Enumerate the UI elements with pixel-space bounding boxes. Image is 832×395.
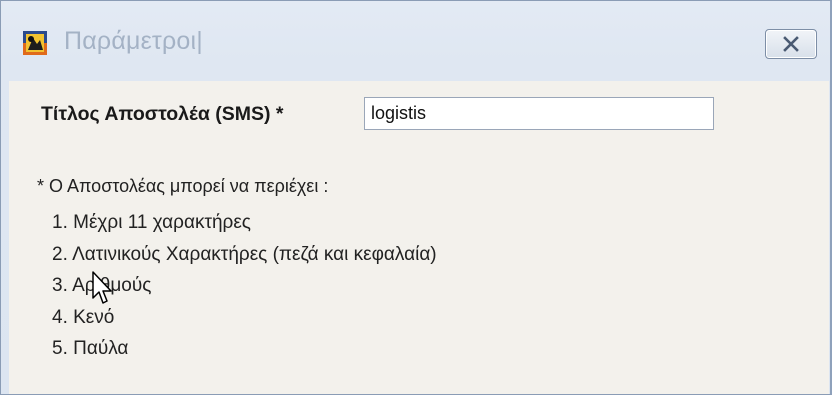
rule-item: 5. Παύλα bbox=[52, 338, 129, 359]
title-bar[interactable]: Παράμετροι| bbox=[1, 1, 831, 81]
window-title: Παράμετροι| bbox=[64, 27, 203, 55]
rule-item: 2. Λατινικούς Χαρακτήρες (πεζά και κεφαλ… bbox=[52, 243, 437, 265]
sender-title-label: Τίτλος Αποστολέα (SMS) * bbox=[41, 103, 284, 125]
dialog-window: Παράμετροι| Τίτλος Αποστολέα (SMS) * * Ο… bbox=[0, 0, 832, 395]
rule-item: 1. Μέχρι 11 χαρακτήρες bbox=[52, 212, 251, 233]
close-icon bbox=[783, 36, 799, 52]
dialog-content: Τίτλος Αποστολέα (SMS) * * Ο Αποστολέας … bbox=[9, 81, 829, 394]
mouse-cursor-icon bbox=[92, 271, 112, 304]
app-icon bbox=[23, 31, 47, 55]
sender-title-input[interactable] bbox=[364, 97, 714, 130]
sender-rules-heading: * Ο Αποστολέας μπορεί να περιέχει : bbox=[37, 176, 329, 196]
rule-item: 4. Κενό bbox=[52, 306, 115, 328]
close-button[interactable] bbox=[765, 29, 817, 59]
